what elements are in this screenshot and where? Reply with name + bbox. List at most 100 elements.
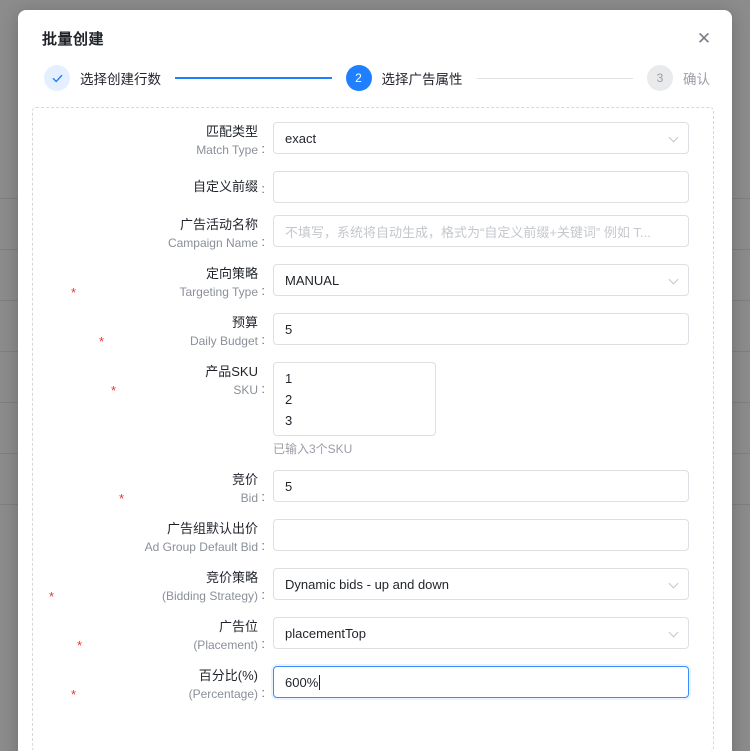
required-asterisk: * bbox=[77, 638, 83, 653]
label-zh: 广告活动名称 bbox=[179, 217, 258, 232]
label-en: Match Type bbox=[196, 143, 258, 157]
field-match-type-label: 匹配类型 Match Type : bbox=[33, 122, 273, 159]
label-inner: 广告组默认出价 Ad Group Default Bid : bbox=[145, 519, 265, 556]
required-asterisk: * bbox=[119, 491, 125, 506]
step-2-label: 选择广告属性 bbox=[381, 72, 463, 87]
label-inner: 自定义前缀 : bbox=[193, 177, 265, 197]
field-bid: * 竞价 Bid : 5 bbox=[33, 470, 713, 507]
campaign-name-placeholder: 不填写，系统将自动生成，格式为“自定义前缀+关键词” 例如 T... bbox=[285, 224, 651, 240]
required-asterisk: * bbox=[111, 383, 117, 398]
product-sku-textarea[interactable]: 1 2 3 bbox=[273, 362, 436, 436]
field-product-sku-control: 1 2 3 已输入3个SKU bbox=[273, 362, 713, 458]
ad-attributes-form: 匹配类型 Match Type : exact 自定义前缀 : 广告活动名称 C… bbox=[32, 107, 714, 751]
field-product-sku: * 产品SKU SKU : 1 2 3 已输入3个SKU bbox=[33, 362, 713, 458]
ad-group-default-bid-input[interactable] bbox=[273, 519, 689, 551]
daily-budget-input[interactable]: 5 bbox=[273, 313, 689, 345]
step-2-number: 2 bbox=[345, 65, 372, 91]
label-inner: 广告位 (Placement) : bbox=[193, 617, 265, 654]
field-bid-control: 5 bbox=[273, 470, 713, 502]
bid-value: 5 bbox=[285, 478, 293, 494]
step-3[interactable]: 3 确认 bbox=[647, 65, 710, 91]
label-colon: : bbox=[261, 381, 265, 396]
field-custom-prefix-control bbox=[273, 171, 713, 203]
chevron-down-icon bbox=[668, 274, 679, 285]
label-zh: 广告位 bbox=[218, 619, 258, 634]
chevron-down-icon bbox=[668, 627, 679, 638]
bid-input[interactable]: 5 bbox=[273, 470, 689, 502]
field-targeting-type-label: * 定向策略 Targeting Type : bbox=[33, 264, 273, 301]
label-zh: 预算 bbox=[231, 315, 258, 330]
match-type-value: exact bbox=[285, 130, 317, 146]
field-placement: * 广告位 (Placement) : placementTop bbox=[33, 617, 713, 654]
label-inner: 竞价策略 (Bidding Strategy) : bbox=[162, 568, 265, 605]
bidding-strategy-select[interactable]: Dynamic bids - up and down bbox=[273, 568, 689, 600]
label-en: (Percentage) bbox=[188, 687, 258, 701]
close-icon[interactable]: ✕ bbox=[692, 26, 716, 50]
required-asterisk: * bbox=[71, 285, 77, 300]
field-custom-prefix: 自定义前缀 : bbox=[33, 171, 713, 203]
custom-prefix-input[interactable] bbox=[273, 171, 689, 203]
chevron-down-icon bbox=[668, 132, 679, 143]
field-campaign-name: 广告活动名称 Campaign Name : 不填写，系统将自动生成，格式为“自… bbox=[33, 215, 713, 252]
label-inner: 广告活动名称 Campaign Name : bbox=[168, 215, 265, 252]
label-inner: 定向策略 Targeting Type : bbox=[180, 264, 266, 301]
field-targeting-type: * 定向策略 Targeting Type : MANUAL bbox=[33, 264, 713, 301]
field-placement-label: * 广告位 (Placement) : bbox=[33, 617, 273, 654]
field-bidding-strategy: * 竞价策略 (Bidding Strategy) : Dynamic bids… bbox=[33, 568, 713, 605]
label-zh: 百分比(%) bbox=[198, 668, 258, 683]
label-zh: 匹配类型 bbox=[205, 124, 258, 139]
targeting-type-select[interactable]: MANUAL bbox=[273, 264, 689, 296]
step-1[interactable]: 选择创建行数 bbox=[44, 65, 161, 91]
step-3-label: 确认 bbox=[683, 72, 710, 87]
label-en: SKU bbox=[233, 383, 258, 397]
dialog-header: 批量创建 ✕ bbox=[18, 10, 732, 49]
field-bidding-strategy-control: Dynamic bids - up and down bbox=[273, 568, 713, 600]
field-percentage-label: * 百分比(%) (Percentage) : bbox=[33, 666, 273, 703]
field-daily-budget: * 预算 Daily Budget : 5 bbox=[33, 313, 713, 350]
field-custom-prefix-label: 自定义前缀 : bbox=[33, 171, 273, 197]
field-daily-budget-control: 5 bbox=[273, 313, 713, 345]
placement-value: placementTop bbox=[285, 625, 366, 641]
label-colon: : bbox=[261, 141, 265, 156]
label-inner: 预算 Daily Budget : bbox=[190, 313, 265, 350]
text-cursor bbox=[319, 674, 321, 690]
label-inner: 匹配类型 Match Type : bbox=[196, 122, 265, 159]
label-en: (Bidding Strategy) bbox=[161, 589, 258, 603]
label-colon: : bbox=[261, 234, 265, 249]
check-icon bbox=[44, 65, 70, 91]
field-product-sku-label: * 产品SKU SKU : bbox=[33, 362, 273, 399]
label-inner: 百分比(%) (Percentage) : bbox=[189, 666, 265, 703]
label-zh: 广告组默认出价 bbox=[166, 521, 258, 536]
campaign-name-input[interactable]: 不填写，系统将自动生成，格式为“自定义前缀+关键词” 例如 T... bbox=[273, 215, 689, 247]
bidding-strategy-value: Dynamic bids - up and down bbox=[285, 576, 450, 592]
step-connector-2 bbox=[476, 77, 633, 79]
required-asterisk: * bbox=[49, 589, 55, 604]
placement-select[interactable]: placementTop bbox=[273, 617, 689, 649]
label-colon: : bbox=[261, 489, 265, 504]
field-bidding-strategy-label: * 竞价策略 (Bidding Strategy) : bbox=[33, 568, 273, 605]
step-connector-1 bbox=[175, 77, 332, 79]
label-colon: : bbox=[261, 685, 265, 700]
required-asterisk: * bbox=[71, 687, 77, 702]
field-daily-budget-label: * 预算 Daily Budget : bbox=[33, 313, 273, 350]
step-2[interactable]: 2 选择广告属性 bbox=[345, 65, 463, 91]
label-en: Targeting Type bbox=[179, 285, 259, 299]
label-inner: 竞价 Bid : bbox=[232, 470, 265, 507]
label-colon: : bbox=[261, 587, 265, 602]
label-en: Bid bbox=[240, 491, 258, 505]
product-sku-helper-text: 已输入3个SKU bbox=[273, 442, 353, 456]
percentage-input[interactable]: 600% bbox=[273, 666, 689, 698]
required-asterisk: * bbox=[99, 334, 105, 349]
label-zh: 自定义前缀 bbox=[192, 179, 258, 194]
field-campaign-name-label: 广告活动名称 Campaign Name : bbox=[33, 215, 273, 252]
daily-budget-value: 5 bbox=[285, 321, 293, 337]
field-match-type: 匹配类型 Match Type : exact bbox=[33, 122, 713, 159]
field-placement-control: placementTop bbox=[273, 617, 713, 649]
field-percentage: * 百分比(%) (Percentage) : 600% bbox=[33, 666, 713, 703]
step-3-number: 3 bbox=[647, 65, 673, 91]
label-colon: : bbox=[261, 538, 265, 553]
batch-create-dialog: 批量创建 ✕ 选择创建行数 2 选择广告属性 3 确认 匹配类型 Match T… bbox=[18, 10, 732, 751]
match-type-select[interactable]: exact bbox=[273, 122, 689, 154]
label-zh: 产品SKU bbox=[205, 364, 258, 379]
targeting-type-value: MANUAL bbox=[285, 272, 340, 288]
